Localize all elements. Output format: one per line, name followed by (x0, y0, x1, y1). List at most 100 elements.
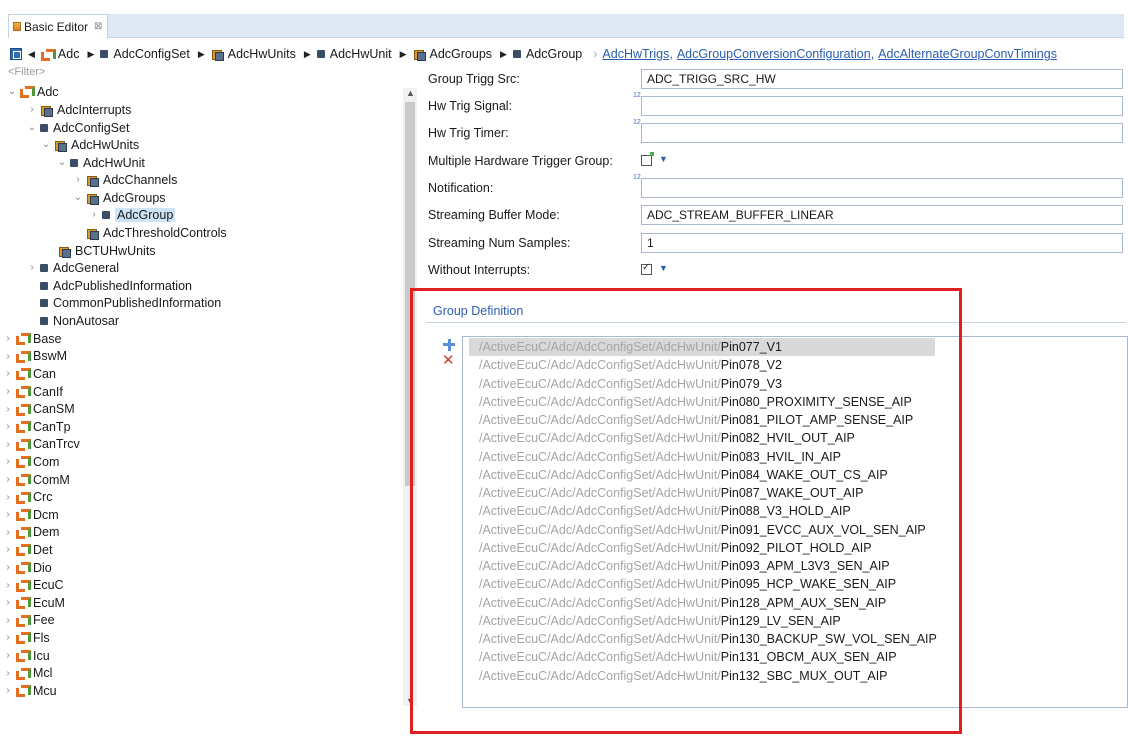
list-item[interactable]: /ActiveEcuC/Adc/AdcConfigSet/AdcHwUnit/P… (469, 448, 935, 466)
chevron-right-icon[interactable]: › (2, 615, 14, 626)
nav-home-icon[interactable] (10, 48, 22, 60)
chevron-right-icon[interactable]: › (2, 685, 14, 696)
tree-item-mcl[interactable]: › Mcl (2, 664, 52, 682)
tree-item-cansm[interactable]: › CanSM (2, 400, 74, 418)
breadcrumb-item-adcgroups[interactable]: AdcGroups (413, 47, 492, 61)
list-item[interactable]: /ActiveEcuC/Adc/AdcConfigSet/AdcHwUnit/P… (469, 502, 935, 520)
without-interrupts-checkbox[interactable] (641, 262, 652, 275)
chevron-right-icon[interactable]: › (26, 104, 38, 115)
tree-item-com[interactable]: › Com (2, 453, 59, 471)
chevron-right-icon[interactable]: › (2, 333, 14, 344)
tree-item-fee[interactable]: › Fee (2, 612, 54, 630)
chevron-down-icon[interactable]: ⌄ (40, 139, 52, 150)
chevron-down-icon[interactable]: ⌄ (72, 192, 84, 203)
chevron-right-icon[interactable]: › (2, 650, 14, 661)
list-item[interactable]: /ActiveEcuC/Adc/AdcConfigSet/AdcHwUnit/P… (469, 667, 935, 685)
chevron-right-icon[interactable]: › (2, 580, 14, 591)
filter-input[interactable]: <Filter> (8, 66, 45, 82)
breadcrumb-item-adchwunit[interactable]: AdcHwUnit (316, 47, 392, 61)
link-adcalternategroupconvtimings[interactable]: AdcAlternateGroupConvTimings (878, 47, 1057, 61)
list-item[interactable]: /ActiveEcuC/Adc/AdcConfigSet/AdcHwUnit/P… (469, 466, 935, 484)
chevron-right-icon[interactable]: › (2, 404, 14, 415)
notification-input[interactable] (641, 178, 1123, 198)
chevron-right-icon[interactable]: › (2, 351, 14, 362)
tree-item-adcgeneral[interactable]: › AdcGeneral (26, 259, 119, 277)
tree-item-canif[interactable]: › CanIf (2, 383, 63, 401)
chevron-right-icon[interactable]: › (72, 174, 84, 185)
chevron-right-icon[interactable]: › (2, 421, 14, 432)
tree-item-det[interactable]: › Det (2, 541, 52, 559)
chevron-right-icon[interactable]: › (2, 386, 14, 397)
tree-item-adcchannels[interactable]: › AdcChannels (72, 171, 177, 189)
list-item[interactable]: /ActiveEcuC/Adc/AdcConfigSet/AdcHwUnit/P… (469, 575, 935, 593)
dropdown-arrow-icon[interactable]: ▼ (659, 263, 668, 273)
list-item[interactable]: /ActiveEcuC/Adc/AdcConfigSet/AdcHwUnit/P… (469, 521, 935, 539)
chevron-right-icon[interactable]: › (2, 562, 14, 573)
list-item[interactable]: /ActiveEcuC/Adc/AdcConfigSet/AdcHwUnit/P… (469, 557, 935, 575)
group-definition-list[interactable]: /ActiveEcuC/Adc/AdcConfigSet/AdcHwUnit/P… (462, 336, 1128, 708)
breadcrumb-item-adcconfigset[interactable]: AdcConfigSet (100, 47, 190, 61)
chevron-down-icon[interactable]: ⌄ (56, 157, 68, 168)
multiple-hw-trigger-group-checkbox[interactable] (641, 155, 652, 166)
tree-item-commonpublishedinformation[interactable]: CommonPublishedInformation (26, 294, 221, 312)
chevron-right-icon[interactable]: › (2, 439, 14, 450)
list-item[interactable]: /ActiveEcuC/Adc/AdcConfigSet/AdcHwUnit/P… (469, 612, 935, 630)
chevron-right-icon[interactable]: › (2, 668, 14, 679)
list-item[interactable]: /ActiveEcuC/Adc/AdcConfigSet/AdcHwUnit/P… (469, 630, 937, 648)
hw-trig-signal-input[interactable] (641, 96, 1123, 116)
add-icon[interactable] (443, 339, 455, 351)
tree-item-crc[interactable]: › Crc (2, 488, 52, 506)
tree-item-icu[interactable]: › Icu (2, 647, 49, 665)
chevron-right-icon[interactable]: › (88, 209, 100, 220)
hw-trig-timer-input[interactable] (641, 123, 1123, 143)
chevron-right-icon[interactable]: › (2, 368, 14, 379)
tree-item-cantrcv[interactable]: › CanTrcv (2, 436, 79, 454)
list-item[interactable]: /ActiveEcuC/Adc/AdcConfigSet/AdcHwUnit/P… (469, 338, 935, 356)
tree-item-dem[interactable]: › Dem (2, 524, 59, 542)
tree-item-base[interactable]: › Base (2, 330, 61, 348)
tree-item-adcinterrupts[interactable]: › AdcInterrupts (26, 101, 131, 119)
link-adcgroupconversionconfiguration[interactable]: AdcGroupConversionConfiguration (677, 47, 871, 61)
chevron-right-icon[interactable]: › (2, 456, 14, 467)
tree-item-adcconfigset[interactable]: ⌄ AdcConfigSet (26, 119, 130, 137)
chevron-right-icon[interactable]: › (2, 509, 14, 520)
breadcrumb-item-adcgroup[interactable]: AdcGroup (512, 47, 582, 61)
chevron-right-icon[interactable]: › (2, 597, 14, 608)
list-item[interactable]: /ActiveEcuC/Adc/AdcConfigSet/AdcHwUnit/P… (469, 429, 935, 447)
tree-item-dio[interactable]: › Dio (2, 559, 51, 577)
tree-scrollbar[interactable]: ▲ ▼ (403, 88, 417, 706)
streaming-num-samples-input[interactable]: 1 (641, 233, 1123, 253)
tree-item-adcpublishedinformation[interactable]: AdcPublishedInformation (26, 277, 192, 295)
chevron-right-icon[interactable]: › (2, 474, 14, 485)
tree-item-fls[interactable]: › Fls (2, 629, 49, 647)
streaming-buffer-mode-input[interactable]: ADC_STREAM_BUFFER_LINEAR (641, 205, 1123, 225)
list-item[interactable]: /ActiveEcuC/Adc/AdcConfigSet/AdcHwUnit/P… (469, 648, 935, 666)
tree-item-adchwunit[interactable]: ⌄ AdcHwUnit (56, 154, 145, 172)
tree-item-ecuc[interactable]: › EcuC (2, 576, 63, 594)
list-item[interactable]: /ActiveEcuC/Adc/AdcConfigSet/AdcHwUnit/P… (469, 393, 935, 411)
chevron-right-icon[interactable]: › (26, 262, 38, 273)
tree-item-nonautosar[interactable]: NonAutosar (26, 312, 119, 330)
tree-item-can[interactable]: › Can (2, 365, 56, 383)
chevron-down-icon[interactable]: ⌄ (26, 122, 38, 133)
tree-item-ecum[interactable]: › EcuM (2, 594, 65, 612)
close-icon[interactable]: ⊠ (94, 21, 102, 32)
dropdown-arrow-icon[interactable]: ▼ (659, 154, 668, 164)
list-item[interactable]: /ActiveEcuC/Adc/AdcConfigSet/AdcHwUnit/P… (469, 411, 935, 429)
list-item[interactable]: /ActiveEcuC/Adc/AdcConfigSet/AdcHwUnit/P… (469, 484, 935, 502)
tree-item-bctuhwunits[interactable]: BCTUHwUnits (44, 242, 156, 260)
scrollbar-thumb[interactable] (405, 102, 415, 486)
delete-icon[interactable]: ✕ (442, 353, 455, 369)
scroll-down-icon[interactable]: ▼ (406, 696, 415, 706)
breadcrumb-item-adchwunits[interactable]: AdcHwUnits (211, 47, 296, 61)
chevron-right-icon[interactable]: › (2, 544, 14, 555)
tree-item-dcm[interactable]: › Dcm (2, 506, 58, 524)
list-item[interactable]: /ActiveEcuC/Adc/AdcConfigSet/AdcHwUnit/P… (469, 356, 935, 374)
tree-item-comm[interactable]: › ComM (2, 471, 69, 489)
link-adchwtrigs[interactable]: AdcHwTrigs (602, 47, 669, 61)
list-item[interactable]: /ActiveEcuC/Adc/AdcConfigSet/AdcHwUnit/P… (469, 375, 935, 393)
tree-item-adcgroup[interactable]: › AdcGroup (88, 206, 176, 224)
tree-item-mcu[interactable]: › Mcu (2, 682, 56, 700)
chevron-down-icon[interactable]: ⌄ (6, 86, 18, 97)
tree-item-adc[interactable]: ⌄ Adc (6, 83, 59, 101)
